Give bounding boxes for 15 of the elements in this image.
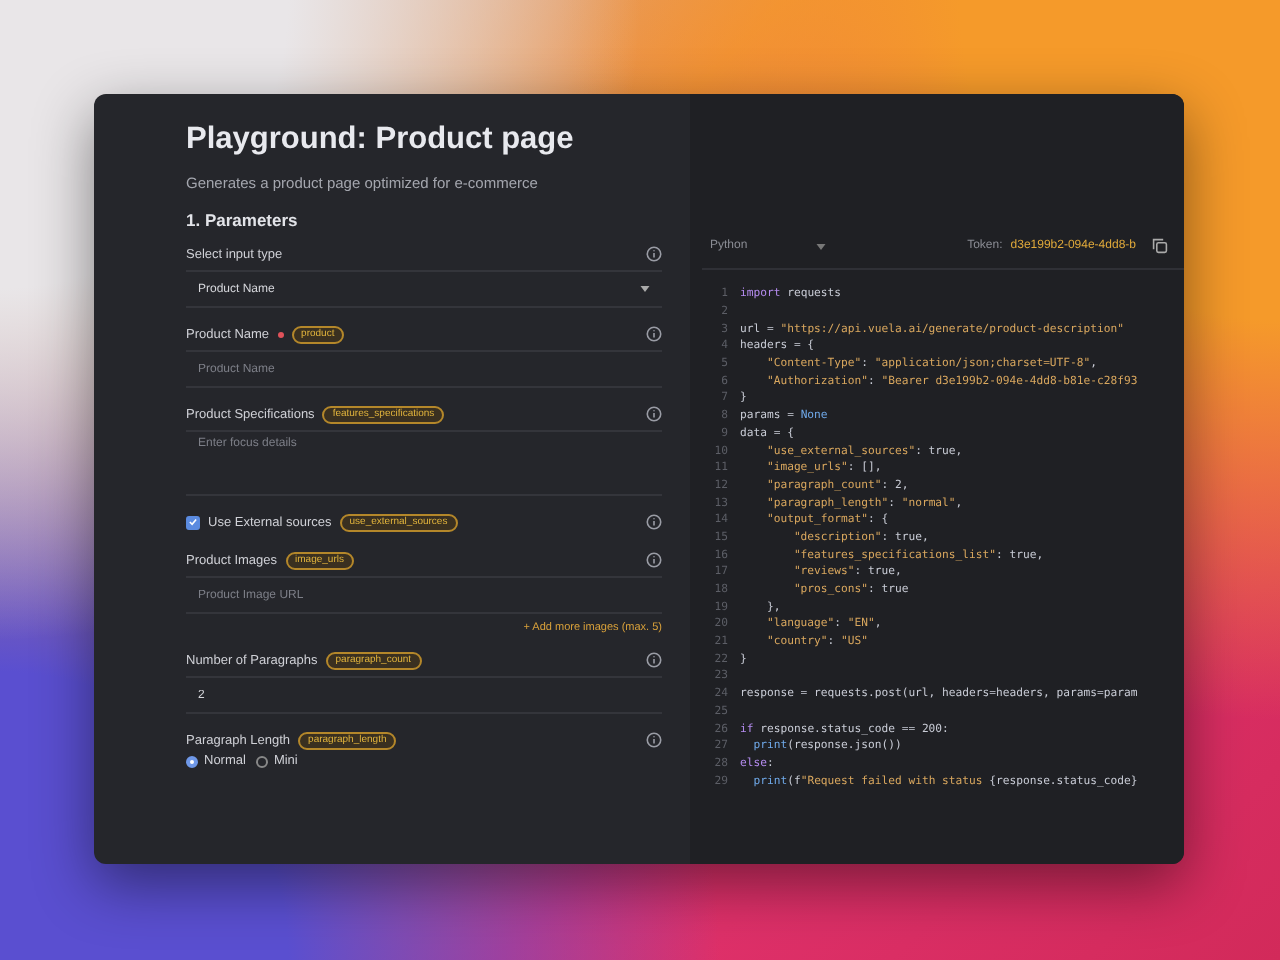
info-icon[interactable] [646, 406, 662, 422]
info-icon[interactable] [646, 246, 662, 262]
info-icon[interactable] [646, 652, 662, 668]
checkbox[interactable] [186, 515, 200, 529]
caret-icon [815, 243, 826, 249]
info-icon[interactable] [646, 552, 662, 568]
radio-button[interactable] [186, 755, 198, 767]
radio-button[interactable] [255, 755, 268, 767]
info-icon[interactable] [646, 514, 662, 530]
page-title: Playground: Product page [186, 122, 576, 158]
section-heading: 1. Parameters [186, 210, 300, 230]
info-icon[interactable] [646, 732, 662, 748]
info-icon[interactable] [646, 326, 662, 342]
copy-icon[interactable] [1152, 238, 1168, 254]
caret-icon [640, 286, 650, 292]
